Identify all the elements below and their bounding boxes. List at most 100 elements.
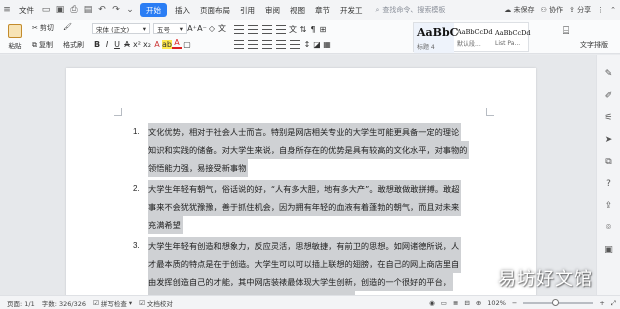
strikethrough-icon[interactable]: A [122,40,132,49]
underline-icon[interactable]: U [112,40,122,49]
shading-icon[interactable]: ◪ [312,40,322,49]
zoom-slider-handle[interactable] [551,299,559,306]
style-default[interactable]: AaBbCcDd 默认段... [454,23,493,53]
preview-icon[interactable]: ▤ [81,0,95,20]
document-area[interactable]: 1. 文化优势，相对于社会人士而言。特别是网店相关专业的大学生可能更具备一定的理论… [0,55,596,295]
align-right-icon[interactable] [262,40,272,49]
more-icon[interactable]: ⋮ [597,6,604,14]
command-search[interactable]: ⌕ 查找命令、搜索模板 [376,5,446,15]
highlight-icon[interactable]: ab [162,39,172,49]
backup-icon[interactable]: ▣ [602,243,616,257]
superscript-icon[interactable]: x² [132,40,142,49]
text-line[interactable]: 大学生年轻有朝气，俗话说的好，“人有多大胆，地有多大产”。敢想敢做敢拼搏。敢超 [148,180,462,198]
redo-icon[interactable]: ↷ [109,0,123,20]
save-icon[interactable]: ▣ [53,0,67,20]
text-layout-button[interactable]: 文字排版 [580,40,608,50]
bold-icon[interactable]: B [92,40,102,49]
subscript-icon[interactable]: x₂ [142,40,152,49]
font-size-select[interactable]: 五号 ▾ [153,23,187,34]
italic-icon[interactable]: I [102,40,112,49]
clear-format-icon[interactable]: ◇ [207,24,217,33]
distributed-icon[interactable] [290,40,300,49]
word-count[interactable]: 字数: 326/326 [42,298,86,308]
share-button[interactable]: ⇪ 分享 [569,5,591,15]
shrink-font-icon[interactable]: A⁻ [197,24,207,33]
sort-icon[interactable]: ⇅ [298,25,308,34]
paste-button[interactable]: 粘贴 [4,22,26,52]
tab-page-layout[interactable]: 页面布局 [195,0,235,20]
spellcheck-toggle[interactable]: ☑ 拼写检查 ▾ [93,298,132,308]
page-indicator[interactable]: 页面: 1/1 [7,298,35,308]
increase-indent-icon[interactable] [276,25,286,34]
show-marks-icon[interactable]: ¶ [308,25,318,34]
tab-view[interactable]: 视图 [285,0,310,20]
zoom-slider[interactable] [523,299,594,306]
copy-button[interactable]: ⧉ 复制 [32,40,53,50]
zoom-out-icon[interactable]: − [512,299,517,307]
tab-sections[interactable]: 章节 [310,0,335,20]
text-line[interactable]: 事来不会犹犹豫豫，善于抓住机会，因为拥有年轻的血液有着蓬勃的朝气，而且对未来 [148,198,462,216]
cut-button[interactable]: ✂ 剪切 [32,23,54,33]
font-color-icon[interactable]: A [172,39,182,49]
layers-icon[interactable]: ⧉ [602,155,616,169]
web-view-icon[interactable]: ≣ [453,299,458,307]
text-line[interactable]: 领悟能力强，易接受新事物 [148,159,249,177]
adjust-icon[interactable]: ⚟ [602,111,616,125]
font-effect-icon[interactable]: A [152,40,162,49]
document-page[interactable]: 1. 文化优势，相对于社会人士而言。特别是网店相关专业的大学生可能更具备一定的理论… [66,68,536,295]
tab-developer[interactable]: 开发工 [335,0,368,20]
text-line[interactable]: 由发挥创造自己的才能，其中网店装裱最体现大学生创新，创造的一个很好的平台， [148,273,453,291]
font-name-select[interactable]: 宋体 (正文) ▾ [92,23,150,34]
fit-page-icon[interactable]: ⤢ [611,299,616,308]
zoom-in-icon[interactable]: + [599,299,604,307]
location-icon[interactable]: ⌾ [602,221,616,235]
unsaved-button[interactable]: ☁ 未保存 [504,5,534,15]
phonetic-icon[interactable]: 文 [217,23,227,34]
numbered-list-icon[interactable] [248,25,258,34]
tab-start[interactable]: 开始 [140,3,167,17]
style-heading4[interactable]: AaBbC 标题 4 [414,23,458,53]
zoom-value[interactable]: 102% [487,299,506,307]
help-icon[interactable]: ? [602,177,616,191]
grow-font-icon[interactable]: A⁺ [187,24,197,33]
open-folder-icon[interactable]: ▭ [39,0,53,20]
list-item[interactable]: 1. 文化优势，相对于社会人士而言。特别是网店相关专业的大学生可能更具备一定的理论… [124,123,524,177]
table-border-icon[interactable]: ▦ [322,40,332,49]
share-panel-icon[interactable]: ⇪ [602,199,616,213]
more-dropdown-icon[interactable]: ⌄ [123,0,137,20]
tab-insert[interactable]: 插入 [170,0,195,20]
align-center-icon[interactable] [248,40,258,49]
file-menu[interactable]: 文件 [14,0,39,20]
eye-icon[interactable]: ◉ [429,299,435,307]
decrease-indent-icon[interactable] [262,25,272,34]
cursor-icon[interactable]: ➤ [602,133,616,147]
justify-icon[interactable] [276,40,286,49]
char-border-icon[interactable]: ▢ [182,40,192,49]
line-spacing-icon[interactable]: ↕ [302,40,312,49]
format-painter-button[interactable]: 格式刷 [63,40,84,50]
read-view-icon[interactable]: ⊕ [476,299,481,307]
list-item[interactable]: 3. 大学生年轻有创造和想象力，反应灵活，思想敏捷，有前卫的思想。如网诸德所说，人… [124,237,524,295]
bullet-list-icon[interactable] [234,25,244,34]
text-layout-icon[interactable]: ⌸ [558,23,574,39]
tab-references[interactable]: 引用 [235,0,260,20]
hamburger-icon[interactable]: ≡ [0,0,14,20]
collab-button[interactable]: ⚇ 协作 [541,5,564,15]
undo-icon[interactable]: ↶ [95,0,109,20]
chinese-layout-icon[interactable]: 文 [288,24,298,35]
text-line[interactable]: 充满希望 [148,216,183,234]
text-line[interactable]: 文化优势，相对于社会人士而言。特别是网店相关专业的大学生可能更具备一定的理论 [148,123,462,141]
style-list-paragraph[interactable]: AaBbCcDd List Pa... [492,23,531,53]
page-view-icon[interactable]: ▭ [441,299,447,307]
pen-icon[interactable]: ✐ [602,89,616,103]
align-left-icon[interactable] [234,40,244,49]
print-icon[interactable]: ⎙ [67,0,81,20]
format-painter-icon[interactable]: 🖌 [63,23,72,31]
proofread-button[interactable]: ☑ 文档校对 [139,298,173,308]
tab-review[interactable]: 审阅 [260,0,285,20]
text-line[interactable]: 大学生年轻有创造和想象力，反应灵活，思想敏捷，有前卫的思想。如网诸德所说，人 [148,237,462,255]
outline-view-icon[interactable]: ⊟ [464,299,469,307]
text-line[interactable]: 才最本质的特点是在于创造。大学生可以可以插上联想的翅膀，在自己的网上商店里自 [148,255,462,273]
list-item[interactable]: 2. 大学生年轻有朝气，俗话说的好，“人有多大胆，地有多大产”。敢想敢做敢拼搏。敢… [124,180,524,234]
collapse-icon[interactable]: ⌃ [610,6,616,14]
